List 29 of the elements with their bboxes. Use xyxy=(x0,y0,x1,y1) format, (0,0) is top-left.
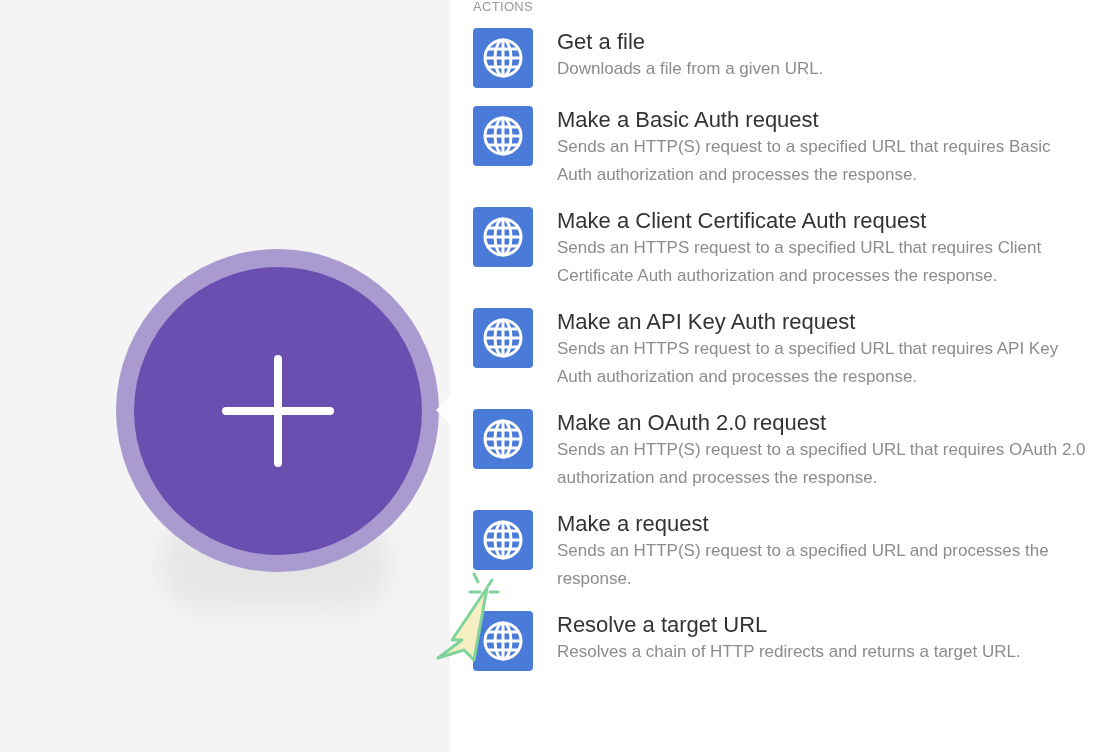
action-description: Downloads a file from a given URL. xyxy=(557,58,825,80)
action-item[interactable]: Make an API Key Auth request Sends an HTTPS request to a specified URL that requires API Key Auth authorization and processes the response. xyxy=(473,308,1090,391)
action-title: Make a Basic Auth request xyxy=(557,107,820,133)
plus-icon xyxy=(221,354,334,467)
globe-app-icon xyxy=(473,207,533,267)
globe-app-icon xyxy=(473,409,533,469)
action-item[interactable]: Make an OAuth 2.0 request Sends an HTTP(S) request to a specified URL that requires OAuth 2.0 authorization and processes the response. xyxy=(473,409,1090,492)
action-title: Get a file xyxy=(557,29,647,55)
action-title: Make an API Key Auth request xyxy=(557,309,857,335)
action-item[interactable]: Make a Basic Auth request Sends an HTTP(S) request to a specified URL that requires Basic Auth authorization and processes the response. xyxy=(473,106,1090,189)
action-item[interactable]: Get a file Downloads a file from a given URL. xyxy=(473,28,1090,88)
action-description: Sends an HTTP(S) request to a specified URL that requires Basic Auth authorization and processes the response. xyxy=(557,136,1052,186)
globe-app-icon xyxy=(473,611,533,671)
action-title: Resolve a target URL xyxy=(557,612,769,638)
globe-app-icon xyxy=(473,510,533,570)
action-title: Make an OAuth 2.0 request xyxy=(557,410,828,436)
action-description: Sends an HTTPS request to a specified URL that requires API Key Auth authorization and processes the response. xyxy=(557,338,1060,388)
action-title: Make a Client Certificate Auth request xyxy=(557,208,928,234)
action-description: Sends an HTTPS request to a specified URL that requires Client Certificate Auth authorization and processes the response. xyxy=(557,237,1043,287)
section-heading: ACTIONS xyxy=(473,0,535,14)
action-description: Resolves a chain of HTTP redirects and returns a target URL. xyxy=(557,641,1022,663)
action-item[interactable]: Make a request Sends an HTTP(S) request to a specified URL and processes the response. xyxy=(473,510,1090,593)
action-title: Make a request xyxy=(557,511,710,537)
globe-app-icon xyxy=(473,28,533,88)
action-item[interactable]: Make a Client Certificate Auth request Sends an HTTPS request to a specified URL that requires Client Certificate Auth authorization and processes the response. xyxy=(473,207,1090,290)
globe-app-icon xyxy=(473,308,533,368)
globe-app-icon xyxy=(473,106,533,166)
action-description: Sends an HTTP(S) request to a specified URL that requires OAuth 2.0 authorization and processes the response. xyxy=(557,439,1087,489)
action-description: Sends an HTTP(S) request to a specified URL and processes the response. xyxy=(557,540,1050,590)
